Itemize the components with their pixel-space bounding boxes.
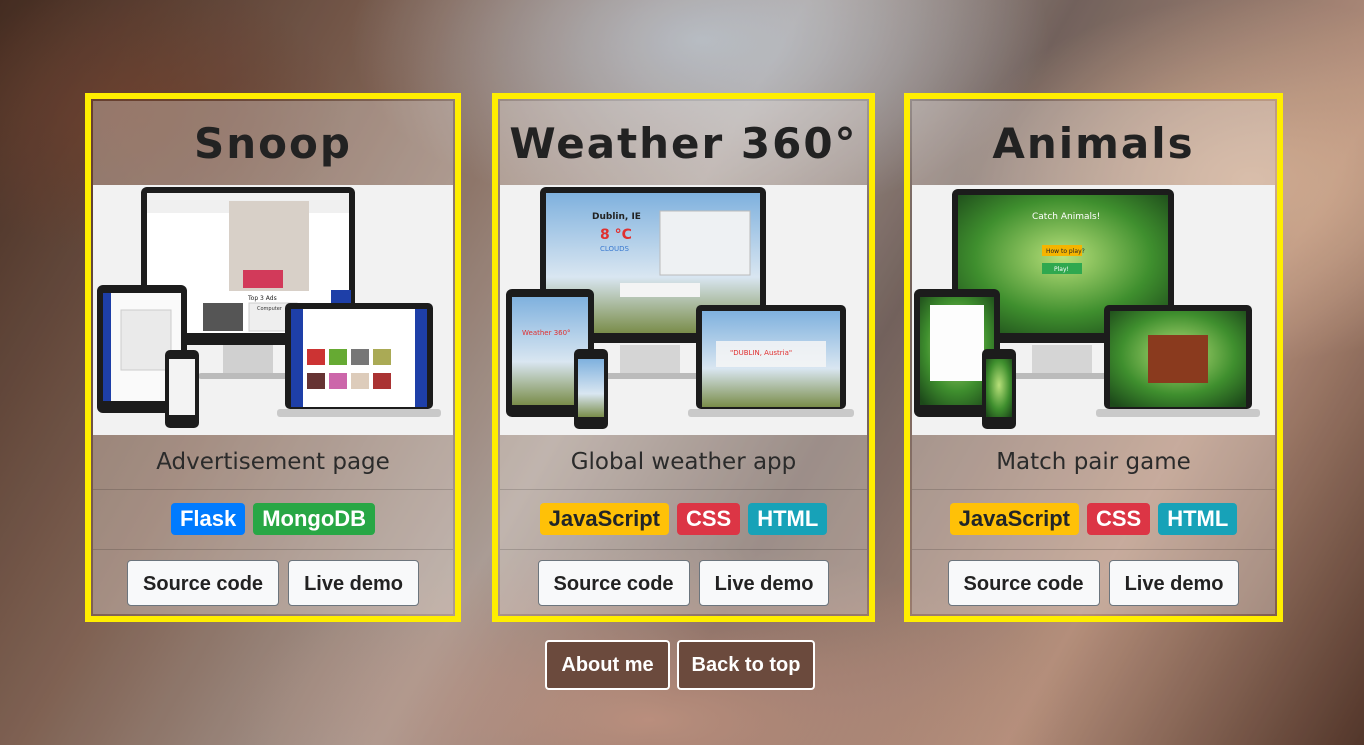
project-card-weather: Weather 360° Dublin, IE 8 °C CLOUDS Weat… xyxy=(492,93,875,622)
tech-badges: Flask MongoDB xyxy=(93,489,453,550)
project-screenshot: Catch Animals! How to play? Play! xyxy=(912,185,1275,435)
live-demo-button[interactable]: Live demo xyxy=(288,560,419,606)
snoop-item-label: Computer xyxy=(257,306,283,312)
card-title: Animals xyxy=(912,101,1275,186)
badge-css: CSS xyxy=(676,503,741,535)
card-actions: Source code Live demo xyxy=(912,559,1275,607)
badge-css: CSS xyxy=(1086,503,1151,535)
project-screenshot: Top 3 Ads Computer xyxy=(93,185,453,435)
card-subtitle: Global weather app xyxy=(500,435,867,490)
project-card-animals: Animals Catch Animals! How to play? Play… xyxy=(904,93,1283,622)
animals-game-title: Catch Animals! xyxy=(1032,212,1100,222)
source-code-button[interactable]: Source code xyxy=(127,560,280,606)
card-title: Snoop xyxy=(93,101,453,186)
card-actions: Source code Live demo xyxy=(500,559,867,607)
badge-mongodb: MongoDB xyxy=(253,503,376,535)
source-code-button[interactable]: Source code xyxy=(537,560,690,606)
badge-html: HTML xyxy=(748,503,828,535)
back-to-top-button[interactable]: Back to top xyxy=(677,640,815,690)
weather-laptop-city: "DUBLIN, Austria" xyxy=(730,349,792,357)
about-me-button[interactable]: About me xyxy=(545,640,670,690)
badge-html: HTML xyxy=(1158,503,1238,535)
badge-flask: Flask xyxy=(170,503,246,535)
snoop-top-ads: Top 3 Ads xyxy=(247,295,277,302)
project-card-snoop: Snoop Top 3 Ads Computer Advertisement p… xyxy=(85,93,461,622)
animals-play: Play! xyxy=(1054,266,1069,273)
weather-temp: 8 °C xyxy=(600,227,632,243)
badge-javascript: JavaScript xyxy=(539,503,669,535)
card-subtitle: Advertisement page xyxy=(93,435,453,490)
card-actions: Source code Live demo xyxy=(93,559,453,607)
live-demo-button[interactable]: Live demo xyxy=(698,560,830,606)
badge-javascript: JavaScript xyxy=(949,503,1079,535)
weather-app-label: Weather 360° xyxy=(522,329,571,337)
tech-badges: JavaScript CSS HTML xyxy=(500,489,867,550)
tech-badges: JavaScript CSS HTML xyxy=(912,489,1275,550)
card-subtitle: Match pair game xyxy=(912,435,1275,490)
weather-city: Dublin, IE xyxy=(592,212,641,222)
weather-cond: CLOUDS xyxy=(600,245,630,253)
live-demo-button[interactable]: Live demo xyxy=(1108,560,1240,606)
card-title: Weather 360° xyxy=(500,101,867,186)
project-screenshot: Dublin, IE 8 °C CLOUDS Weather 360° "DUB… xyxy=(500,185,867,435)
animals-how-to: How to play? xyxy=(1046,248,1085,255)
source-code-button[interactable]: Source code xyxy=(947,560,1100,606)
